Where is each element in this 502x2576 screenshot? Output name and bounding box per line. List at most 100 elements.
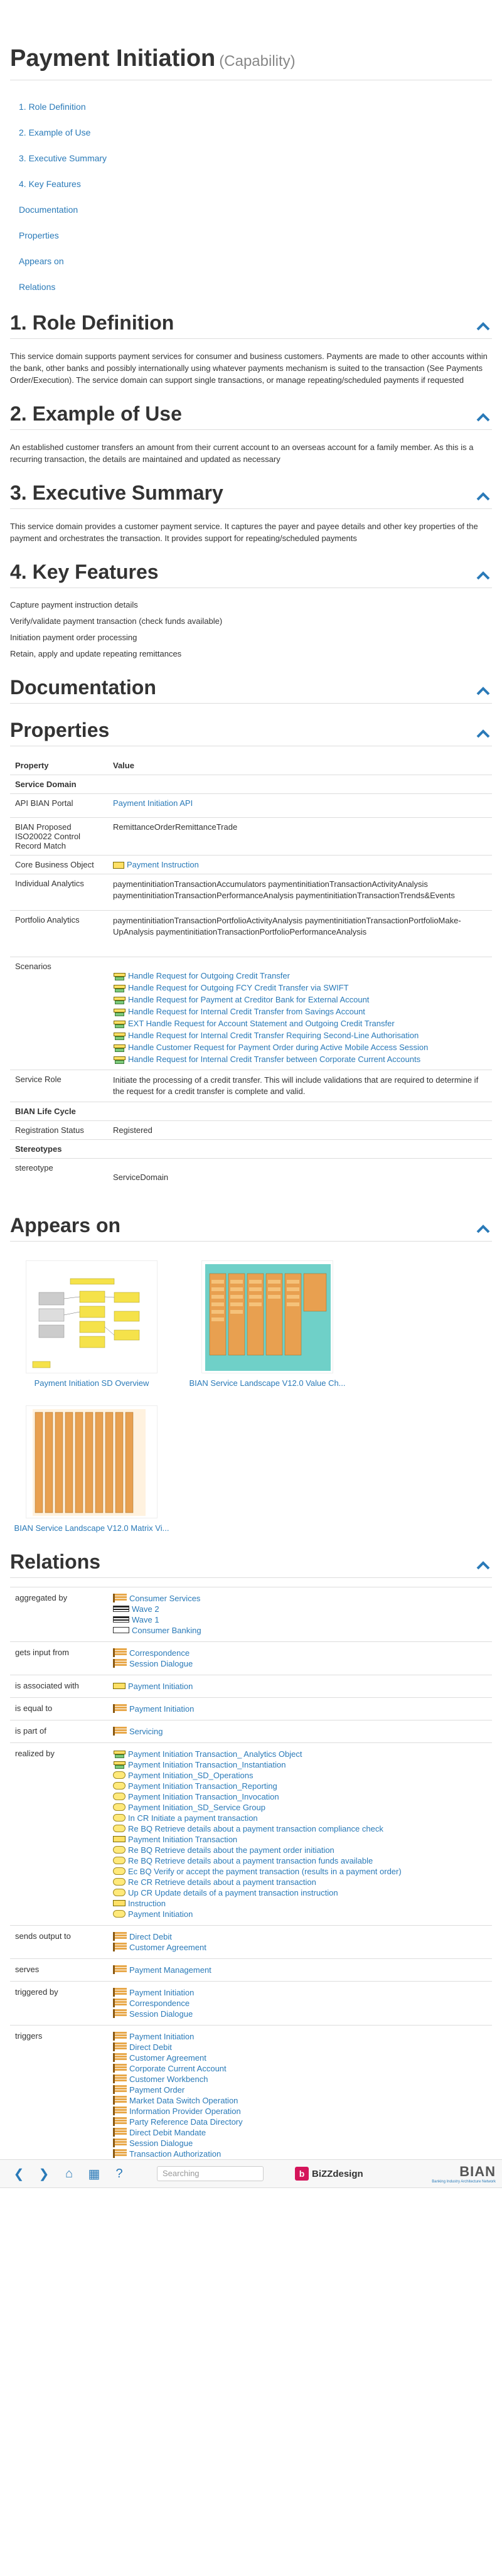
relation-target-item[interactable]: Direct Debit Mandate: [113, 2127, 492, 2138]
relation-target-item[interactable]: Payment Initiation: [113, 1987, 492, 1998]
relation-target-link[interactable]: Session Dialogue: [129, 2009, 193, 2019]
thumbnail-caption[interactable]: BIAN Service Landscape V12.0 Value Ch...: [186, 1378, 349, 1388]
relation-target-link[interactable]: Up CR Update details of a payment transa…: [128, 1888, 338, 1897]
toc-link-key-features[interactable]: 4. Key Features: [10, 179, 492, 205]
relation-target-link[interactable]: Servicing: [129, 1727, 163, 1736]
relation-target-link[interactable]: Wave 1: [132, 1615, 159, 1624]
relation-target-item[interactable]: Up CR Update details of a payment transa…: [113, 1887, 492, 1898]
relation-target-item[interactable]: Market Data Switch Operation: [113, 2095, 492, 2106]
relation-target-item[interactable]: Payment Initiation: [113, 1704, 492, 1714]
relation-target-link[interactable]: Payment Initiation_SD_Operations: [128, 1771, 253, 1780]
relation-target-item[interactable]: Direct Debit: [113, 2042, 492, 2053]
relation-target-item[interactable]: Session Dialogue: [113, 2138, 492, 2149]
relation-target-link[interactable]: Ec BQ Verify or accept the payment trans…: [128, 1867, 402, 1876]
relation-target-item[interactable]: Customer Agreement: [113, 1942, 492, 1953]
toc-link-role-definition[interactable]: 1. Role Definition: [10, 102, 492, 127]
relation-target-link[interactable]: Corporate Current Account: [129, 2064, 227, 2073]
collapse-chevron-icon[interactable]: [474, 682, 492, 699]
relation-target-link[interactable]: Re CR Retrieve details about a payment t…: [128, 1877, 316, 1887]
relation-target-item[interactable]: Payment Order: [113, 2085, 492, 2095]
thumbnail-caption[interactable]: BIAN Service Landscape V12.0 Matrix Vi..…: [10, 1523, 173, 1533]
relation-target-link[interactable]: Direct Debit: [129, 2042, 172, 2052]
relation-target-link[interactable]: Payment Initiation Transaction_Invocatio…: [128, 1792, 279, 1801]
relation-target-link[interactable]: Re BQ Retrieve details about the payment…: [128, 1845, 334, 1855]
relation-target-item[interactable]: Payment Initiation: [113, 1909, 492, 1919]
relation-target-link[interactable]: Correspondence: [129, 1648, 190, 1658]
scenario-item[interactable]: Handle Request for Internal Credit Trans…: [113, 1006, 487, 1017]
relation-target-link[interactable]: Wave 2: [132, 1604, 159, 1614]
toc-link-example-of-use[interactable]: 2. Example of Use: [10, 127, 492, 153]
relation-target-item[interactable]: Servicing: [113, 1726, 492, 1737]
relation-target-item[interactable]: Re BQ Retrieve details about a payment t…: [113, 1855, 492, 1866]
relation-target-link[interactable]: Customer Workbench: [129, 2074, 208, 2084]
relation-target-item[interactable]: Re BQ Retrieve details about the payment…: [113, 1845, 492, 1855]
bian-logo[interactable]: BIAN Banking Industry Architecture Netwo…: [432, 2164, 496, 2184]
relation-target-link[interactable]: Direct Debit: [129, 1932, 172, 1941]
relation-target-item[interactable]: Re BQ Retrieve details about a payment t…: [113, 1823, 492, 1834]
relation-target-item[interactable]: Wave 2: [113, 1604, 492, 1614]
relation-target-link[interactable]: Customer Agreement: [129, 1943, 206, 1952]
forward-arrow-icon[interactable]: ❯: [31, 2164, 56, 2183]
relation-target-item[interactable]: Consumer Banking: [113, 1625, 492, 1636]
relation-target-link[interactable]: Payment Initiation_SD_Service Group: [128, 1803, 265, 1812]
scenario-item[interactable]: Handle Request for Internal Credit Trans…: [113, 1029, 487, 1041]
view-thumbnail[interactable]: Payment Initiation SD Overview: [10, 1260, 173, 1388]
home-icon[interactable]: ⌂: [56, 2164, 82, 2183]
relation-target-item[interactable]: Corporate Current Account: [113, 2063, 492, 2074]
relation-target-link[interactable]: Information Provider Operation: [129, 2106, 241, 2116]
relation-target-link[interactable]: Consumer Banking: [132, 1626, 201, 1635]
relation-target-link[interactable]: Payment Initiation: [129, 1704, 194, 1714]
scenario-link[interactable]: Handle Request for Outgoing FCY Credit T…: [128, 983, 349, 992]
collapse-chevron-icon[interactable]: [474, 1220, 492, 1237]
scenario-link[interactable]: Handle Customer Request for Payment Orde…: [128, 1043, 428, 1052]
relation-target-item[interactable]: Re CR Retrieve details about a payment t…: [113, 1877, 492, 1887]
relation-target-item[interactable]: Session Dialogue: [113, 2009, 492, 2019]
scenario-link[interactable]: Handle Request for Internal Credit Trans…: [128, 1031, 419, 1040]
relation-target-item[interactable]: Payment Initiation_SD_Service Group: [113, 1802, 492, 1813]
relation-target-link[interactable]: Payment Initiation: [129, 1988, 194, 1997]
toc-link-documentation[interactable]: Documentation: [10, 205, 492, 230]
relation-target-link[interactable]: Payment Order: [129, 2085, 184, 2095]
relation-target-link[interactable]: Payment Initiation: [128, 1909, 193, 1919]
search-input[interactable]: Searching: [157, 2166, 264, 2181]
relation-target-link[interactable]: Session Dialogue: [129, 1659, 193, 1668]
grid-view-icon[interactable]: ▦: [82, 2164, 107, 2183]
relation-target-item[interactable]: Instruction: [113, 1898, 492, 1909]
relation-target-item[interactable]: Payment Initiation_SD_Operations: [113, 1770, 492, 1781]
scenario-item[interactable]: Handle Request for Outgoing FCY Credit T…: [113, 982, 487, 994]
relation-target-item[interactable]: Payment Initiation Transaction_ Analytic…: [113, 1749, 492, 1759]
relation-target-link[interactable]: Correspondence: [129, 1999, 190, 2008]
scenario-item[interactable]: Handle Customer Request for Payment Orde…: [113, 1041, 487, 1053]
scenario-link[interactable]: Handle Request for Outgoing Credit Trans…: [128, 971, 290, 980]
collapse-chevron-icon[interactable]: [474, 1556, 492, 1574]
scenario-link[interactable]: Handle Request for Internal Credit Trans…: [128, 1007, 365, 1016]
relation-target-link[interactable]: Transaction Authorization: [129, 2149, 221, 2159]
relation-target-item[interactable]: Payment Initiation Transaction_Instantia…: [113, 1759, 492, 1770]
relation-target-link[interactable]: Re BQ Retrieve details about a payment t…: [128, 1856, 373, 1865]
relation-target-link[interactable]: Payment Initiation Transaction_Instantia…: [128, 1760, 286, 1769]
toc-link-properties[interactable]: Properties: [10, 230, 492, 256]
core-business-object-link[interactable]: Payment Instruction: [127, 860, 199, 869]
relation-target-link[interactable]: Market Data Switch Operation: [129, 2096, 238, 2105]
relation-target-link[interactable]: Payment Initiation: [128, 1682, 193, 1691]
toc-link-executive-summary[interactable]: 3. Executive Summary: [10, 153, 492, 179]
relation-target-item[interactable]: Payment Management: [113, 1965, 492, 1975]
relation-target-link[interactable]: Re BQ Retrieve details about a payment t…: [128, 1824, 383, 1833]
relation-target-link[interactable]: Customer Agreement: [129, 2053, 206, 2063]
relation-target-item[interactable]: Payment Initiation: [113, 1681, 492, 1692]
relation-target-link[interactable]: Session Dialogue: [129, 2139, 193, 2148]
back-arrow-icon[interactable]: ❮: [6, 2164, 31, 2183]
relation-target-item[interactable]: Direct Debit: [113, 1931, 492, 1942]
relation-target-item[interactable]: Consumer Services: [113, 1593, 492, 1604]
relation-target-item[interactable]: Payment Initiation Transaction_Invocatio…: [113, 1791, 492, 1802]
relation-target-item[interactable]: Wave 1: [113, 1614, 492, 1625]
collapse-chevron-icon[interactable]: [474, 487, 492, 505]
scenario-link[interactable]: Handle Request for Payment at Creditor B…: [128, 995, 369, 1004]
relation-target-item[interactable]: Payment Initiation: [113, 2031, 492, 2042]
relation-target-link[interactable]: Consumer Services: [129, 1594, 200, 1603]
scenario-item[interactable]: Handle Request for Payment at Creditor B…: [113, 994, 487, 1006]
relation-target-item[interactable]: Correspondence: [113, 1648, 492, 1658]
relation-target-item[interactable]: Transaction Authorization: [113, 2149, 492, 2159]
relation-target-link[interactable]: Instruction: [128, 1899, 166, 1908]
relation-target-link[interactable]: Payment Initiation Transaction: [128, 1835, 237, 1844]
